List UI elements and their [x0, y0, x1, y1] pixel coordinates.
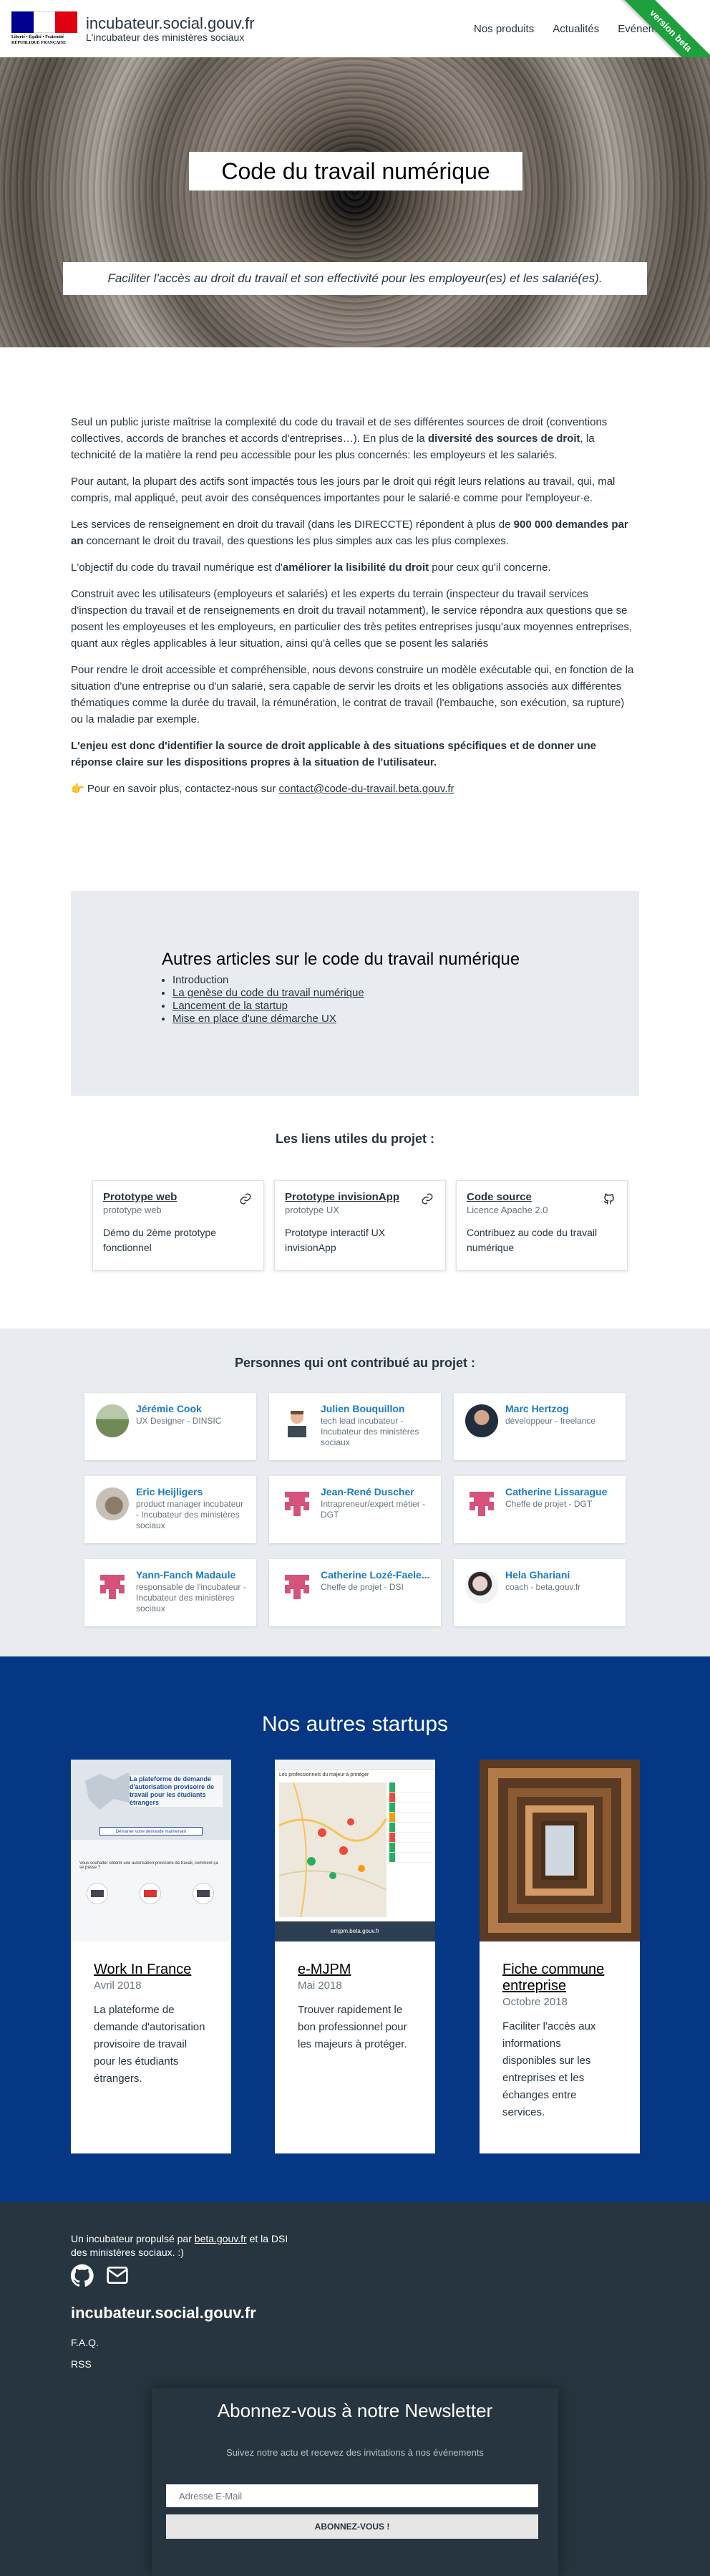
- startup-screenshot: [480, 1760, 640, 1941]
- other-articles-box: Autres articles sur le code du travail n…: [71, 891, 639, 1096]
- contributors-section: Personnes qui ont contribué au projet : …: [0, 1328, 710, 1656]
- startup-title[interactable]: e-MJPM: [298, 1962, 412, 1978]
- newsletter-box: Abonnez-vous à notre Newsletter Suivez n…: [152, 2388, 558, 2576]
- article-paragraph: L'objectif du code du travail numérique …: [71, 561, 551, 574]
- other-articles-list: Introduction La genèse du code du travai…: [161, 974, 364, 1026]
- person-card[interactable]: Julien Bouquillon tech lead incubateur -…: [269, 1393, 441, 1460]
- article-paragraph: Les services de renseignement en droit d…: [71, 518, 628, 547]
- link-card-prototype-invision[interactable]: Prototype invisionApp prototype UX Proto…: [274, 1180, 446, 1270]
- startup-date: Mai 2018: [298, 1979, 342, 1992]
- site-footer: Un incubateur propulsé par beta.gouv.fr …: [0, 2202, 710, 2576]
- link-icon: [422, 1193, 433, 1205]
- subscribe-button[interactable]: ABONNEZ-VOUS !: [166, 2514, 538, 2539]
- github-icon: [603, 1193, 614, 1205]
- article-body: Seul un public juriste maîtrise la compl…: [71, 414, 639, 807]
- avatar: [281, 1571, 313, 1603]
- contact-paragraph: 👉 Pour en savoir plus, contactez-nous su…: [71, 783, 454, 795]
- article-paragraph: Pour autant, la plupart des actifs sont …: [71, 476, 616, 504]
- main-nav: Nos produits Actualités Evénements: [474, 23, 678, 35]
- newsletter-subtitle: Suivez notre actu et recevez des invitat…: [226, 2447, 484, 2458]
- avatar: [281, 1487, 313, 1520]
- person-card[interactable]: Eric Heijligers product manager incubate…: [84, 1476, 256, 1543]
- startups-title: Nos autres startups: [261, 1712, 449, 1736]
- hero-background-image: [0, 57, 710, 347]
- hero-banner: Code du travail numérique Faciliter l'ac…: [0, 57, 710, 347]
- startup-description: Faciliter l'accès aux informations dispo…: [502, 2020, 596, 2118]
- article-paragraph: Construit avec les utilisateurs (employe…: [71, 588, 633, 650]
- list-item[interactable]: Mise en place d'une démarche UX: [172, 1013, 364, 1026]
- startup-description: La plateforme de demande d'autorisation …: [94, 2004, 205, 2085]
- nav-item-products[interactable]: Nos produits: [474, 23, 534, 35]
- avatar: [465, 1404, 498, 1437]
- page-subtitle: Faciliter l'accès au droit du travail et…: [63, 262, 647, 295]
- link-card-prototype-web[interactable]: Prototype web prototype web Démo du 2ème…: [92, 1180, 264, 1270]
- person-card[interactable]: Catherine Lozé-Faele... Cheffe de projet…: [269, 1559, 441, 1626]
- footer-link-rss[interactable]: RSS: [71, 2358, 92, 2370]
- list-item[interactable]: Lancement de la startup: [172, 1000, 364, 1013]
- avatar: [281, 1404, 313, 1437]
- beta-gouv-link[interactable]: beta.gouv.fr: [195, 2233, 247, 2244]
- article-paragraph: Seul un public juriste maîtrise la compl…: [71, 416, 608, 461]
- contributors-title: Personnes qui ont contribué au projet :: [234, 1356, 476, 1370]
- startup-screenshot: La plateforme de demande d'autorisation …: [71, 1760, 231, 1941]
- site-title[interactable]: incubateur.social.gouv.fr: [86, 14, 255, 33]
- link-card-source-code[interactable]: Code source Licence Apache 2.0 Contribue…: [456, 1180, 628, 1270]
- useful-links-title: Les liens utiles du projet :: [275, 1132, 435, 1146]
- startup-screenshot: Les professionnels du majeur à protéger …: [275, 1760, 435, 1941]
- person-card[interactable]: Jean-René Duscher Intrapreneur/expert mé…: [269, 1476, 441, 1543]
- article-key-paragraph: L'enjeu est donc d'identifier la source …: [71, 740, 596, 768]
- person-card[interactable]: Jérémie Cook UX Designer - DINSIC: [84, 1393, 256, 1460]
- newsletter-title: Abonnez-vous à notre Newsletter: [217, 2400, 493, 2421]
- avatar: [96, 1571, 129, 1603]
- github-icon[interactable]: [71, 2264, 94, 2287]
- footer-made-by: Un incubateur propulsé par beta.gouv.fr …: [71, 2233, 288, 2258]
- list-item[interactable]: La genèse du code du travail numérique: [172, 987, 364, 1000]
- person-card[interactable]: Hela Ghariani coach - beta.gouv.fr: [454, 1559, 626, 1626]
- startup-title[interactable]: Fiche commune entreprise: [502, 1962, 617, 1994]
- article-paragraph: Pour rendre le droit accessible et compr…: [71, 664, 634, 725]
- startup-card-fiche-commune[interactable]: Fiche commune entreprise Octobre 2018 Fa…: [480, 1760, 640, 2153]
- nav-item-news[interactable]: Actualités: [553, 23, 599, 35]
- startup-card-e-mjpm[interactable]: Les professionnels du majeur à protéger …: [275, 1760, 435, 2153]
- contact-email-link[interactable]: contact@code-du-travail.beta.gouv.fr: [278, 783, 454, 795]
- startup-date: Avril 2018: [94, 1979, 142, 1992]
- logo-text: Liberté • Égalité • Fraternité RÉPUBLIQU…: [11, 35, 67, 45]
- footer-link-faq[interactable]: F.A.Q.: [71, 2337, 99, 2348]
- site-subtitle: L'incubateur des ministères sociaux: [86, 32, 245, 43]
- email-field[interactable]: [166, 2484, 538, 2507]
- person-card[interactable]: Catherine Lissarague Cheffe de projet - …: [454, 1476, 626, 1543]
- startup-card-work-in-france[interactable]: La plateforme de demande d'autorisation …: [71, 1760, 231, 2153]
- avatar: [465, 1571, 498, 1603]
- footer-brand[interactable]: incubateur.social.gouv.fr: [71, 2304, 256, 2322]
- avatar: [96, 1404, 129, 1437]
- startup-description: Trouver rapidement le bon professionnel …: [298, 2004, 407, 2050]
- site-header: Liberté • Égalité • Fraternité RÉPUBLIQU…: [0, 0, 710, 97]
- republique-francaise-logo[interactable]: Liberté • Égalité • Fraternité RÉPUBLIQU…: [11, 11, 78, 49]
- other-articles-title: Autres articles sur le code du travail n…: [162, 950, 520, 969]
- person-card[interactable]: Yann-Fanch Madaule responsable de l'incu…: [84, 1559, 256, 1626]
- list-item: Introduction: [172, 974, 364, 987]
- page-title: Code du travail numérique: [189, 152, 522, 190]
- avatar: [96, 1487, 129, 1520]
- tricolor-flag-icon: [11, 11, 78, 33]
- startup-title[interactable]: Work In France: [94, 1962, 208, 1978]
- person-card[interactable]: Marc Hertzog développeur - freelance: [454, 1393, 626, 1460]
- startup-date: Octobre 2018: [502, 1996, 568, 2008]
- avatar: [465, 1487, 498, 1520]
- link-icon: [240, 1193, 251, 1205]
- mail-icon[interactable]: [106, 2264, 129, 2287]
- startups-section: Nos autres startups La plateforme de dem…: [0, 1656, 710, 2202]
